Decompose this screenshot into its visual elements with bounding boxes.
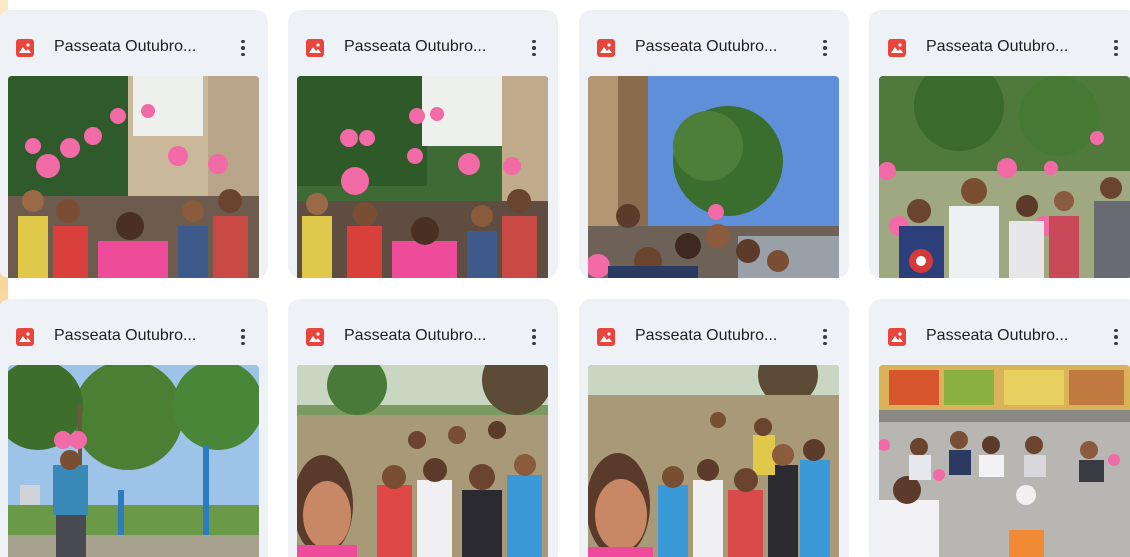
image-file-icon bbox=[306, 328, 324, 346]
more-vert-icon[interactable] bbox=[234, 325, 252, 349]
file-name: Passeata Outubro... bbox=[926, 38, 1069, 55]
photo-thumbnail[interactable] bbox=[588, 365, 839, 557]
file-name: Passeata Outubro... bbox=[54, 38, 197, 55]
more-vert-icon[interactable] bbox=[234, 36, 252, 60]
file-card[interactable]: Passeata Outubro... bbox=[869, 299, 1130, 557]
file-name: Passeata Outubro... bbox=[635, 327, 778, 344]
file-name: Passeata Outubro... bbox=[344, 327, 487, 344]
image-file-icon bbox=[16, 328, 34, 346]
file-name: Passeata Outubro... bbox=[54, 327, 197, 344]
image-file-icon bbox=[597, 39, 615, 57]
photo-thumbnail[interactable] bbox=[879, 76, 1130, 278]
image-file-icon bbox=[597, 328, 615, 346]
file-name: Passeata Outubro... bbox=[635, 38, 778, 55]
photo-thumbnail[interactable] bbox=[588, 76, 839, 278]
photo-thumbnail[interactable] bbox=[879, 365, 1130, 557]
image-file-icon bbox=[888, 39, 906, 57]
image-file-icon bbox=[888, 328, 906, 346]
file-name: Passeata Outubro... bbox=[926, 327, 1069, 344]
file-card[interactable]: Passeata Outubro... bbox=[869, 10, 1130, 278]
image-file-icon bbox=[16, 39, 34, 57]
file-card[interactable]: Passeata Outubro... bbox=[288, 10, 558, 278]
photo-thumbnail[interactable] bbox=[8, 76, 259, 278]
file-card[interactable]: Passeata Outubro... bbox=[288, 299, 558, 557]
file-card[interactable]: Passeata Outubro... bbox=[0, 299, 268, 557]
more-vert-icon[interactable] bbox=[1107, 325, 1125, 349]
file-grid: Passeata Outubro... Passeata Outubro... … bbox=[0, 0, 1130, 557]
more-vert-icon[interactable] bbox=[816, 36, 834, 60]
file-name: Passeata Outubro... bbox=[344, 38, 487, 55]
file-card[interactable]: Passeata Outubro... bbox=[579, 10, 849, 278]
image-file-icon bbox=[306, 39, 324, 57]
photo-thumbnail[interactable] bbox=[8, 365, 259, 557]
photo-thumbnail[interactable] bbox=[297, 365, 548, 557]
more-vert-icon[interactable] bbox=[816, 325, 834, 349]
photo-thumbnail[interactable] bbox=[297, 76, 548, 278]
file-card[interactable]: Passeata Outubro... bbox=[579, 299, 849, 557]
more-vert-icon[interactable] bbox=[1107, 36, 1125, 60]
file-card[interactable]: Passeata Outubro... bbox=[0, 10, 268, 278]
more-vert-icon[interactable] bbox=[525, 36, 543, 60]
more-vert-icon[interactable] bbox=[525, 325, 543, 349]
